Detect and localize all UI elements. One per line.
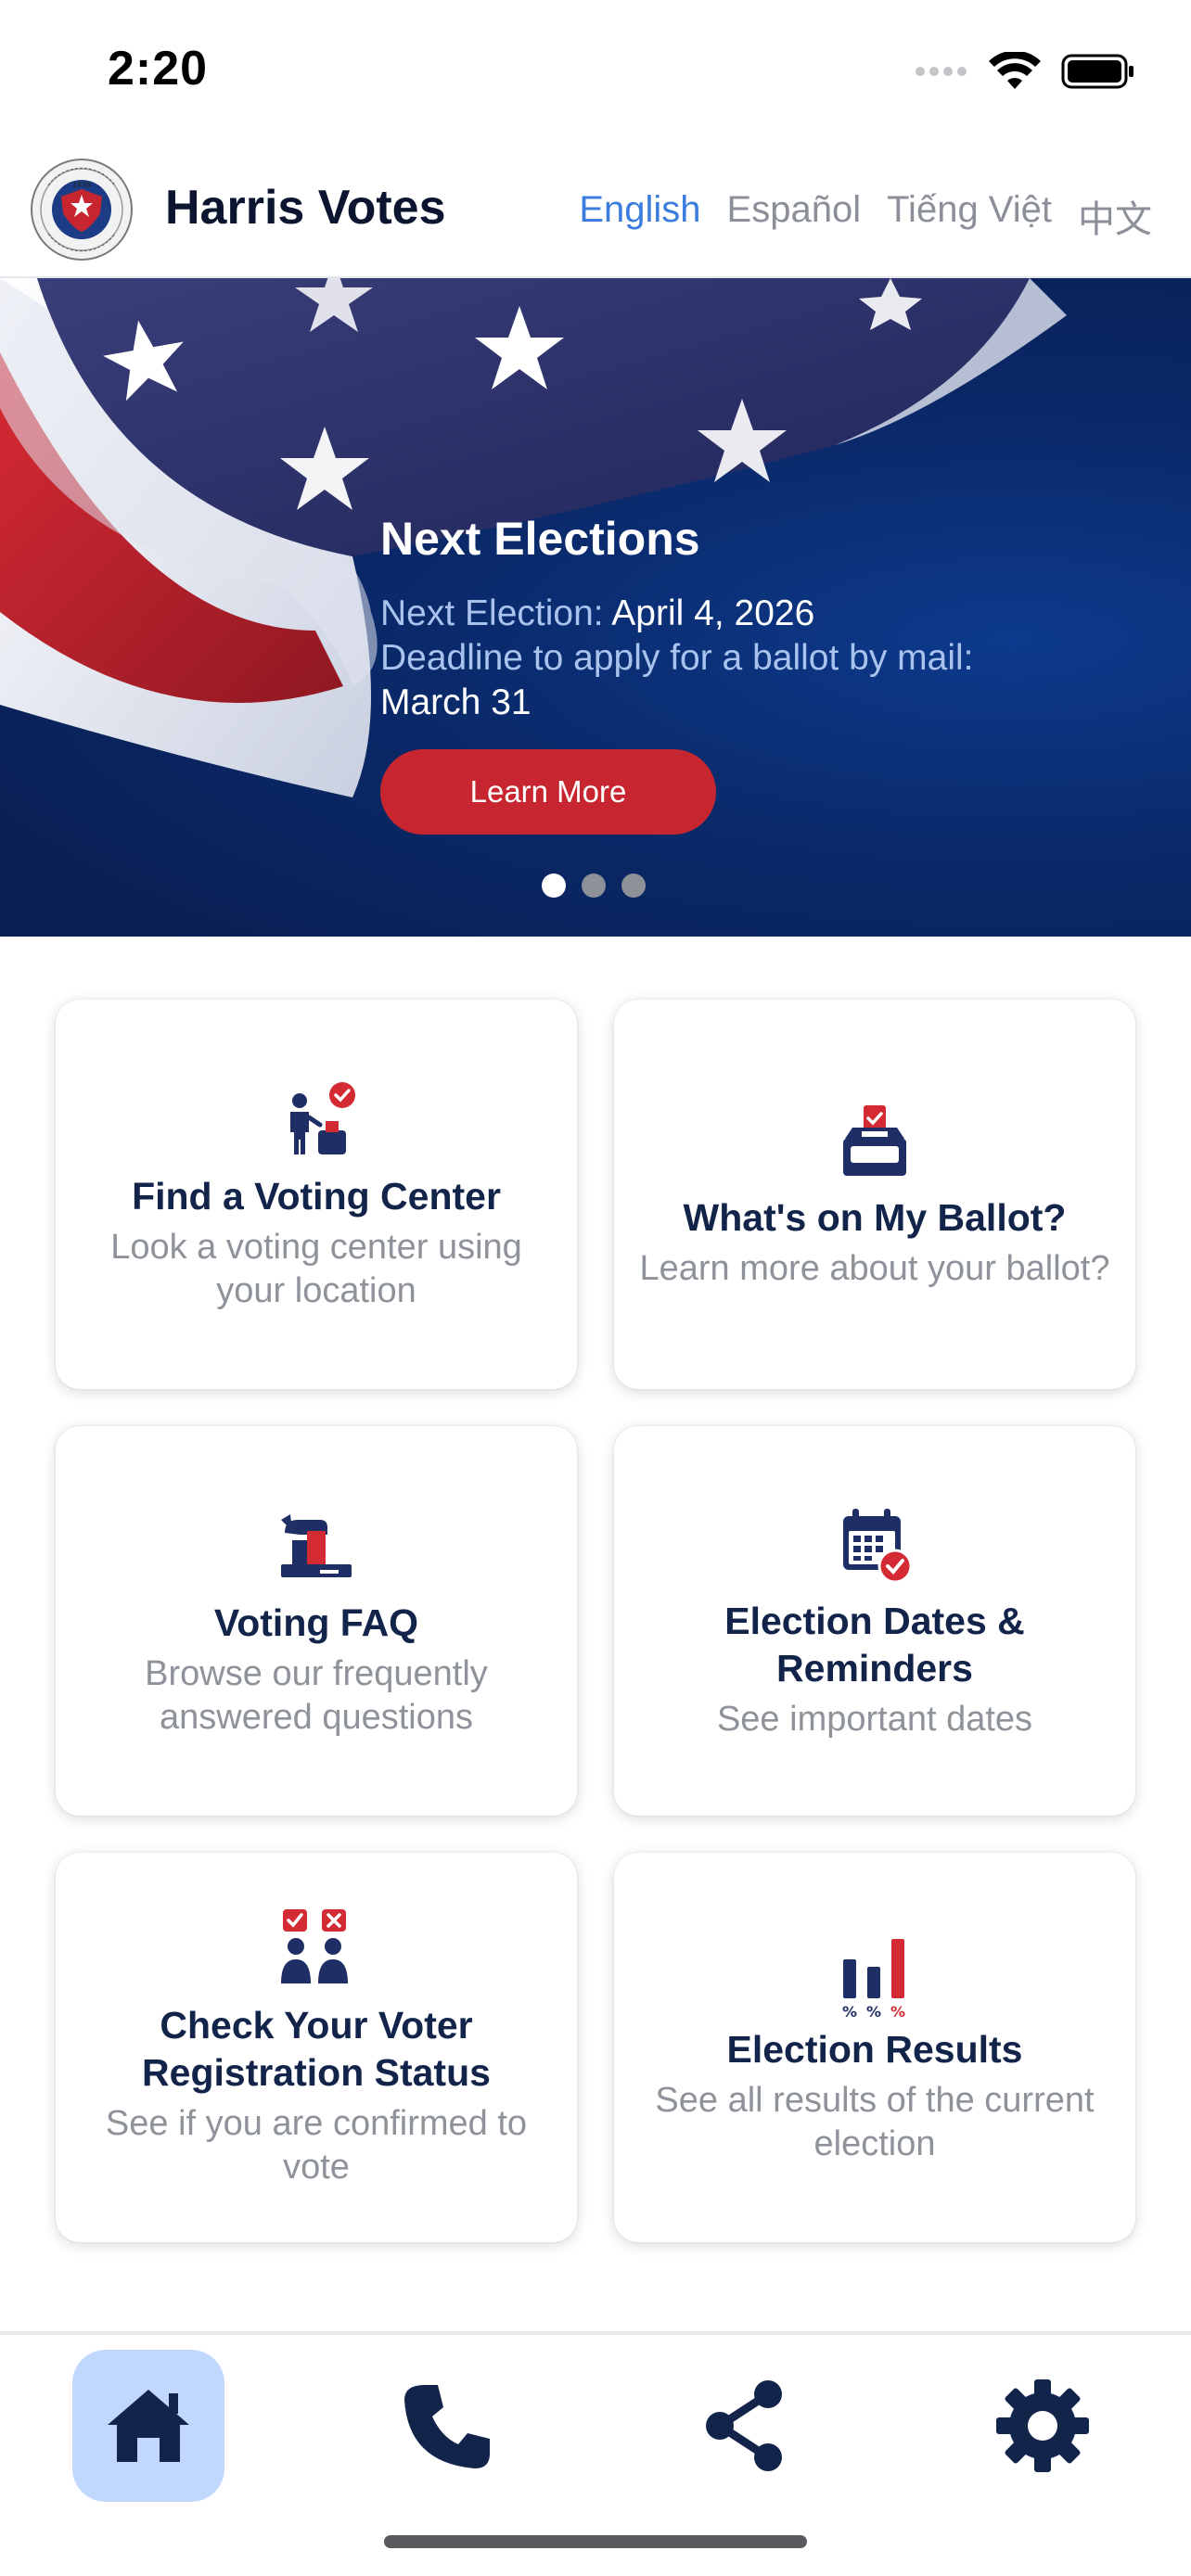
results-chart-icon: % % % <box>842 1938 905 2019</box>
card-title: Election Dates & Reminders <box>724 1599 1025 1690</box>
deadline-date: March 31 <box>380 682 531 722</box>
language-option-spanish[interactable]: Español <box>727 189 862 243</box>
voting-center-icon <box>290 1081 355 1154</box>
svg-text:%: % <box>890 2003 905 2019</box>
tab-call[interactable] <box>371 2350 523 2502</box>
hero-title: Next Elections <box>380 513 700 565</box>
harris-county-clerk-seal-logo: 1836 <box>31 159 133 261</box>
next-election-date: April 4, 2026 <box>611 593 815 633</box>
language-option-chinese[interactable]: 中文 <box>1078 189 1152 243</box>
tab-home[interactable] <box>72 2350 224 2502</box>
election-dates-reminders-card[interactable]: Election Dates & Reminders See important… <box>614 1426 1135 1816</box>
card-title: Check Your Voter Registration Status <box>142 2004 491 2094</box>
card-subtitle: See all results of the current election <box>655 2080 1095 2163</box>
app-title: Harris Votes <box>165 181 446 235</box>
card-subtitle: Look a voting center using your location <box>110 1227 522 1310</box>
home-icon <box>108 2390 189 2462</box>
vote-hand-icon <box>281 1513 352 1577</box>
election-results-card[interactable]: % % % Election Results See all results o… <box>614 1853 1135 2242</box>
status-bar: 2:20 <box>0 0 1191 148</box>
next-election-label: Next Election: <box>380 593 604 633</box>
card-subtitle: See if you are confirmed to vote <box>105 2104 528 2187</box>
battery-icon <box>1061 54 1133 89</box>
home-indicator[interactable] <box>384 2535 807 2548</box>
tab-share[interactable] <box>668 2350 820 2502</box>
svg-text:1836: 1836 <box>72 181 91 189</box>
next-election-line: Next Election: April 4, 2026 <box>380 592 1159 636</box>
feature-card-grid: Find a Voting Center Look a voting cente… <box>56 1000 1135 2242</box>
learn-more-button[interactable]: Learn More <box>380 749 716 835</box>
calendar-check-icon <box>843 1508 913 1583</box>
carousel-dot[interactable] <box>621 874 646 898</box>
carousel-page-indicator[interactable] <box>542 874 646 898</box>
status-icons <box>915 52 1135 91</box>
find-voting-center-card[interactable]: Find a Voting Center Look a voting cente… <box>56 1000 577 1389</box>
card-title: Election Results <box>726 2027 1023 2071</box>
voting-faq-card[interactable]: Voting FAQ Browse our frequently answere… <box>56 1426 577 1816</box>
share-icon <box>706 2380 782 2471</box>
card-subtitle: See important dates <box>716 1699 1033 1739</box>
card-title: Find a Voting Center <box>132 1174 501 1218</box>
check-voter-registration-card[interactable]: Check Your Voter Registration Status See… <box>56 1853 577 2242</box>
gear-icon <box>996 2379 1089 2472</box>
app-header: 1836 Harris Votes English Español Tiếng … <box>0 148 1191 278</box>
voter-status-icon <box>281 1909 348 1983</box>
hero-text: Next Elections Next Election: April 4, 2… <box>380 512 1159 725</box>
hero-banner-carousel[interactable]: Next Elections Next Election: April 4, 2… <box>0 278 1191 937</box>
deadline-line: March 31 <box>380 681 1159 725</box>
ballot-box-icon <box>843 1105 906 1176</box>
svg-text:%: % <box>842 2003 857 2019</box>
card-subtitle: Learn more about your ballot? <box>639 1249 1110 1288</box>
phone-icon <box>404 2385 490 2468</box>
status-time: 2:20 <box>108 42 209 96</box>
language-option-english[interactable]: English <box>579 189 700 243</box>
language-option-vietnamese[interactable]: Tiếng Việt <box>887 189 1052 243</box>
carousel-dot[interactable] <box>542 874 566 898</box>
wifi-icon <box>989 52 1041 89</box>
deadline-label: Deadline to apply for a ballot by mail: <box>380 638 974 678</box>
card-title: What's on My Ballot? <box>683 1196 1067 1239</box>
svg-text:%: % <box>866 2003 881 2019</box>
whats-on-my-ballot-card[interactable]: What's on My Ballot? Learn more about yo… <box>614 1000 1135 1389</box>
language-selector: English Español Tiếng Việt 中文 <box>579 189 1152 243</box>
card-subtitle: Browse our frequently answered questions <box>145 1653 488 1737</box>
tab-settings[interactable] <box>967 2350 1119 2502</box>
card-title: Voting FAQ <box>213 1600 419 1644</box>
cellular-signal-icon <box>916 67 967 76</box>
carousel-dot[interactable] <box>582 874 606 898</box>
